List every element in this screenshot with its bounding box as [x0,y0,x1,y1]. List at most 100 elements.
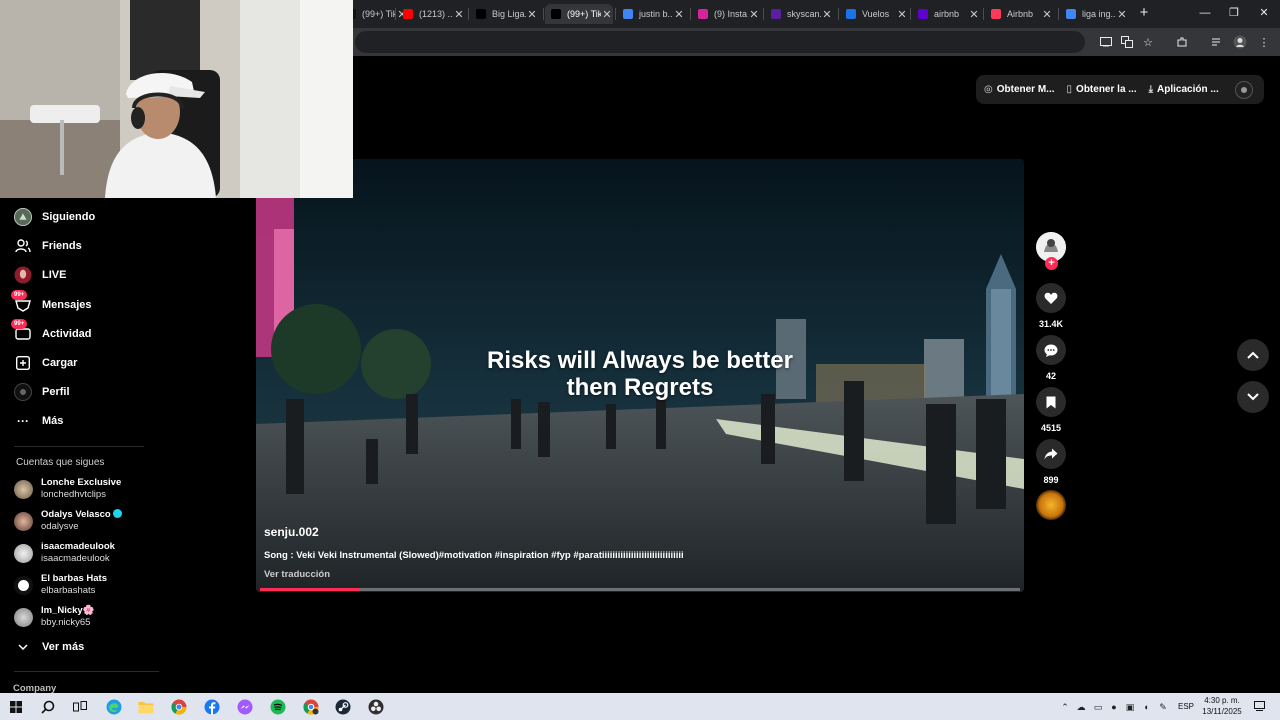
battery-icon[interactable]: ▭ [1093,702,1103,712]
bookmark-star-icon[interactable]: ☆ [1140,34,1156,50]
minimize-button[interactable]: — [1196,5,1214,21]
browser-tab[interactable]: airbnb ✕ [912,4,980,24]
steam-icon[interactable] [334,698,352,716]
screencast-icon[interactable] [1098,34,1114,50]
browser-menu-icon[interactable]: ⋮ [1256,34,1272,50]
pen-icon[interactable]: ✎ [1158,702,1168,712]
browser-tab[interactable]: skyscan...✕ [765,4,833,24]
close-window-button[interactable]: ✕ [1255,5,1273,21]
tab-separator [983,8,984,20]
tab-label: justin b... [639,9,673,19]
following-account[interactable]: Lonche Exclusive lonchedhvtclips [14,475,121,503]
microphone-icon[interactable]: ● [1109,702,1119,712]
tab-close-icon[interactable]: ✕ [896,8,908,21]
extensions-icon[interactable] [1174,34,1190,50]
windows-start-icon[interactable] [7,698,25,716]
browser-tab[interactable]: Airbnb ✕ [985,4,1053,24]
sidebar-item-upload[interactable]: Cargar [14,352,77,374]
browser-tab[interactable]: Big Liga...✕ [470,4,538,24]
tab-label: (99+) TikTok [362,9,396,19]
browser-tab[interactable]: (9) Insta...✕ [692,4,760,24]
browser-tab[interactable]: liga ing... ✕ [1060,4,1128,24]
following-account[interactable]: Im_Nicky🌸 bby.nicky65 [14,603,95,631]
follow-plus-button[interactable]: + [1045,257,1058,270]
save-count: 4515 [1040,423,1062,433]
get-coins-button[interactable]: ◎ Obtener M... [984,84,1055,95]
new-tab-button[interactable]: + [1137,5,1151,21]
video-player[interactable]: Risks will Always be better then Regrets… [256,159,1024,592]
next-video-button[interactable] [1237,381,1269,413]
file-explorer-icon[interactable] [137,698,155,716]
tab-close-icon[interactable]: ✕ [748,8,760,21]
like-button[interactable] [1036,283,1066,313]
address-bar[interactable] [355,31,1085,53]
tray-overflow-chevron-icon[interactable]: ⌃ [1060,702,1070,712]
chevron-down-icon [1247,393,1259,401]
profile-avatar-icon[interactable] [1232,34,1248,50]
sidebar-item-activity[interactable]: 99+ Actividad [11,319,92,345]
facebook-icon[interactable] [203,698,221,716]
see-translation-link[interactable]: Ver traducción [264,569,330,580]
chrome-profile-icon[interactable] [302,698,320,716]
tab-close-icon[interactable]: ✕ [526,8,538,21]
following-account[interactable]: Odalys Velasco odalysve [14,507,122,535]
sidebar-item-messages[interactable]: 99+ Mensajes [11,290,92,316]
browser-tab[interactable]: justin b... ✕ [617,4,685,24]
os-taskbar: ⌃ ☁ ▭ ● ▣ ◖ ✎ ESP 4:30 p. m. 13/11/2025 [0,693,1280,720]
account-avatar [14,479,33,499]
sidebar-item-following[interactable]: Siguiendo [14,206,95,228]
task-view-icon[interactable] [71,698,89,716]
desktop-app-button[interactable]: ⤓ Aplicación ... [1149,84,1219,95]
sidebar-item-profile[interactable]: Perfil [14,381,70,403]
tab-favicon-icon [1066,9,1076,19]
tab-close-icon[interactable]: ✕ [453,8,465,21]
tab-close-icon[interactable]: ✕ [821,8,833,21]
following-account[interactable]: isaacmadeulook isaacmadeulook [14,539,115,567]
tab-separator [690,8,691,20]
tab-close-icon[interactable]: ✕ [1041,8,1053,21]
get-app-button[interactable]: ▯ Obtener la ... [1067,84,1137,95]
notifications-icon[interactable] [1253,701,1265,713]
video-author[interactable]: senju.002 [264,525,319,539]
spotify-icon[interactable] [269,698,287,716]
video-progress-bar[interactable] [260,588,1020,591]
clock-date[interactable]: 13/11/2025 [1198,707,1246,716]
see-more-button[interactable]: Ver más [18,639,84,655]
sidebar-item-friends[interactable]: Friends [14,235,82,257]
comment-button[interactable] [1036,335,1066,365]
bookmark-icon [1046,396,1056,408]
sidebar-item-more[interactable]: ··· Más [14,410,63,432]
search-icon[interactable] [39,698,57,716]
tab-close-icon[interactable]: ✕ [968,8,980,21]
browser-tab[interactable]: Vuelos ✕ [840,4,908,24]
tab-close-icon[interactable]: ✕ [1116,8,1128,21]
previous-video-button[interactable] [1237,339,1269,371]
sidebar-item-live[interactable]: LIVE [14,264,66,286]
media-control-icon[interactable] [1209,34,1225,50]
tab-label: Big Liga... [492,9,526,19]
tab-separator [543,8,544,20]
music-disc-icon[interactable] [1036,490,1066,520]
video-caption: Risks will Always be better then Regrets [487,347,793,401]
translate-icon[interactable] [1119,34,1135,50]
chrome-icon[interactable] [170,698,188,716]
tab-close-icon[interactable]: ✕ [601,8,613,21]
clock-time[interactable]: 4:30 p. m. [1198,696,1246,705]
browser-tab[interactable]: (1213) ... ✕ [397,4,465,24]
user-avatar[interactable] [1234,80,1253,99]
tab-close-icon[interactable]: ✕ [673,8,685,21]
restore-button[interactable]: ❐ [1225,5,1243,21]
browser-tab[interactable]: (99+) TikTok✕ [545,4,613,24]
display-icon[interactable]: ▣ [1125,702,1135,712]
cloud-icon[interactable]: ☁ [1076,702,1086,712]
volume-icon[interactable]: ◖ [1141,702,1151,712]
edge-browser-icon[interactable] [105,698,123,716]
friends-icon [14,237,32,255]
messenger-icon[interactable] [236,698,254,716]
tab-favicon-icon [991,9,1001,19]
share-button[interactable] [1036,439,1066,469]
following-account[interactable]: El barbas Hats elbarbashats [14,571,107,599]
language-indicator[interactable]: ESP [1175,702,1197,711]
obs-studio-icon[interactable] [367,698,385,716]
save-button[interactable] [1036,387,1066,417]
